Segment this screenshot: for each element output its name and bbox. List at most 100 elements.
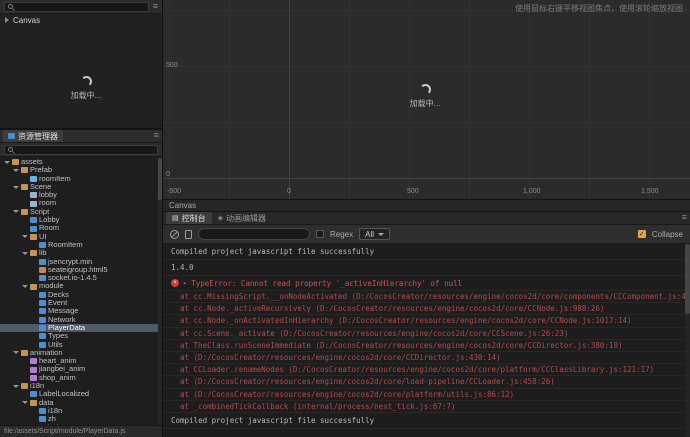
console-error-row[interactable]: × ▸ TypeError: Cannot read property '_acti…	[163, 276, 690, 291]
expand-arrow-icon[interactable]	[21, 235, 28, 238]
console-error-row[interactable]: at (D:/CocosCreator/resources/engine/coc…	[163, 376, 690, 389]
console-error-row[interactable]: at (D:/CocosCreator/resources/engine/coc…	[163, 389, 690, 401]
asset-tree-item[interactable]: i18n	[0, 407, 162, 415]
asset-tree-item[interactable]: Scene	[0, 183, 162, 191]
asset-tree-item[interactable]: Network	[0, 316, 162, 324]
menu-icon[interactable]: ≡	[682, 213, 687, 222]
console-log-row[interactable]: Compiled project javascript file success…	[163, 413, 690, 429]
asset-tree-item[interactable]: module	[0, 282, 162, 290]
film-icon: ◈	[217, 214, 224, 222]
expand-arrow-icon[interactable]	[21, 401, 28, 404]
asset-tree-item[interactable]: Types	[0, 332, 162, 340]
clear-console-icon[interactable]	[170, 229, 179, 239]
axis-y-line	[289, 0, 290, 199]
error-icon: ×	[171, 279, 179, 287]
html-icon	[39, 267, 46, 273]
collapse-checkbox[interactable]: ✓	[637, 230, 646, 238]
expand-arrow-icon[interactable]	[5, 17, 9, 23]
asset-tree-item[interactable]: data	[0, 399, 162, 407]
expand-arrow-icon[interactable]	[21, 285, 28, 288]
asset-label: Room	[39, 224, 60, 233]
expand-arrow-icon[interactable]	[12, 351, 19, 354]
asset-tree-item[interactable]: socket.io-1.4.5	[0, 274, 162, 282]
hierarchy-node-canvas[interactable]: Canvas	[0, 14, 162, 26]
asset-tree-item[interactable]: seateigroup.html5	[0, 266, 162, 274]
hierarchy-search-input[interactable]	[16, 3, 145, 10]
console-icon: ▤	[172, 214, 179, 222]
hierarchy-toolbar: ≡	[0, 0, 162, 14]
js-icon	[39, 308, 46, 315]
log-level-dropdown[interactable]: All	[359, 228, 391, 240]
tab-animation-editor[interactable]: ◈ 动画编辑器	[212, 212, 272, 224]
asset-tree-item[interactable]: UI	[0, 233, 162, 241]
hierarchy-search[interactable]	[4, 1, 149, 12]
asset-label: i18n	[48, 406, 63, 415]
console-logs: Compiled project javascript file success…	[163, 244, 690, 437]
asset-tree-item[interactable]: animation	[0, 349, 162, 357]
open-log-file-icon[interactable]	[185, 229, 192, 239]
asset-tree-item[interactable]: i18n	[0, 382, 162, 390]
asset-tree-item[interactable]: Prefab	[0, 166, 162, 174]
asset-tree-item[interactable]: polyglot	[0, 424, 162, 425]
folder-icon	[8, 133, 15, 139]
asset-tree-item[interactable]: roomItem	[0, 175, 162, 183]
console-error-row[interactable]: at cc.Node._onActivatedInHierarchy (D:/C…	[163, 315, 690, 328]
console-error-row[interactable]: at (D:/CocosCreator/resources/engine/coc…	[163, 352, 690, 365]
asset-tree-item[interactable]: shop_anim	[0, 374, 162, 382]
asset-tree-item[interactable]: Script	[0, 208, 162, 216]
console-log-row[interactable]: 1.4.0	[163, 260, 690, 276]
tab-label: 资源管理器	[18, 131, 58, 141]
console-error-row[interactable]: at TheClass.runSceneImmediate (D:/CocosC…	[163, 340, 690, 352]
expand-arrow-icon[interactable]: ▸	[183, 279, 187, 287]
asset-tree-item[interactable]: Message	[0, 307, 162, 315]
menu-icon[interactable]: ≡	[153, 2, 158, 11]
expand-arrow-icon[interactable]	[12, 169, 19, 172]
expand-arrow-icon[interactable]	[12, 385, 19, 388]
expand-arrow-icon[interactable]	[3, 161, 10, 164]
console-log-row[interactable]: Compiled project javascript file success…	[163, 244, 690, 260]
expand-arrow-icon[interactable]	[21, 252, 28, 255]
scene-tab-canvas[interactable]: Canvas	[169, 201, 196, 210]
asset-tree-item[interactable]: lobby	[0, 191, 162, 199]
asset-tree-item[interactable]: zh	[0, 415, 162, 423]
asset-tree-item[interactable]: assets	[0, 158, 162, 166]
ruler-y-label: 0	[166, 171, 170, 178]
console-error-row[interactable]: at cc.MissingScript.__onNodeActivated (D…	[163, 291, 690, 304]
asset-tree-item[interactable]: LabelLocalized	[0, 390, 162, 398]
asset-tree-item[interactable]: Room	[0, 224, 162, 232]
console-search-input[interactable]	[198, 228, 310, 240]
asset-tree-item[interactable]: PlayerData	[0, 323, 162, 333]
log-text: at (D:/CocosCreator/resources/engine/coc…	[180, 389, 515, 399]
asset-tree-item[interactable]: jiangbei_anim	[0, 365, 162, 373]
console-error-row[interactable]: at _combinedTickCallback (internal/proce…	[163, 401, 690, 413]
scrollbar-thumb[interactable]	[685, 244, 690, 314]
asset-label: Prefab	[30, 166, 53, 175]
assets-search[interactable]	[4, 144, 158, 155]
asset-tree-item[interactable]: jsencrypt.min	[0, 258, 162, 266]
console-scrollbar[interactable]	[685, 244, 690, 437]
tab-assets-manager[interactable]: 资源管理器	[3, 130, 63, 142]
assets-scrollbar[interactable]	[158, 158, 162, 425]
asset-tree-item[interactable]: heart_anim	[0, 357, 162, 365]
asset-tree-item[interactable]: Lobby	[0, 216, 162, 224]
console-error-row[interactable]: at cc.Node._activeRecursively (D:/CocosC…	[163, 303, 690, 316]
asset-label: lib	[39, 249, 47, 258]
asset-tree-item[interactable]: lib	[0, 249, 162, 257]
asset-tree-item[interactable]: Event	[0, 299, 162, 307]
scene-view[interactable]: 使用鼠标右键平移视图焦点，使用滚轮缩放视图 -500 0 500 1,000 1,500…	[163, 0, 690, 199]
assets-search-input[interactable]	[16, 146, 154, 153]
tab-console[interactable]: ▤ 控制台	[166, 212, 212, 224]
console-error-row[interactable]: at cc.Scene._activate (D:/CocosCreator/r…	[163, 328, 690, 340]
asset-tree-item[interactable]: Utils	[0, 341, 162, 349]
js-icon	[39, 408, 46, 415]
expand-arrow-icon[interactable]	[12, 186, 19, 189]
expand-arrow-icon[interactable]	[12, 210, 19, 213]
menu-icon[interactable]: ≡	[154, 131, 159, 140]
asset-tree-item[interactable]: Decks	[0, 291, 162, 299]
console-error-row[interactable]: at CCLoader.renameNodes (D:/CocosCreator…	[163, 364, 690, 377]
js-icon	[39, 291, 46, 298]
asset-tree-item[interactable]: room	[0, 199, 162, 207]
regex-checkbox[interactable]	[316, 230, 324, 238]
scrollbar-thumb[interactable]	[158, 158, 162, 200]
asset-tree-item[interactable]: RoomItem	[0, 241, 162, 249]
